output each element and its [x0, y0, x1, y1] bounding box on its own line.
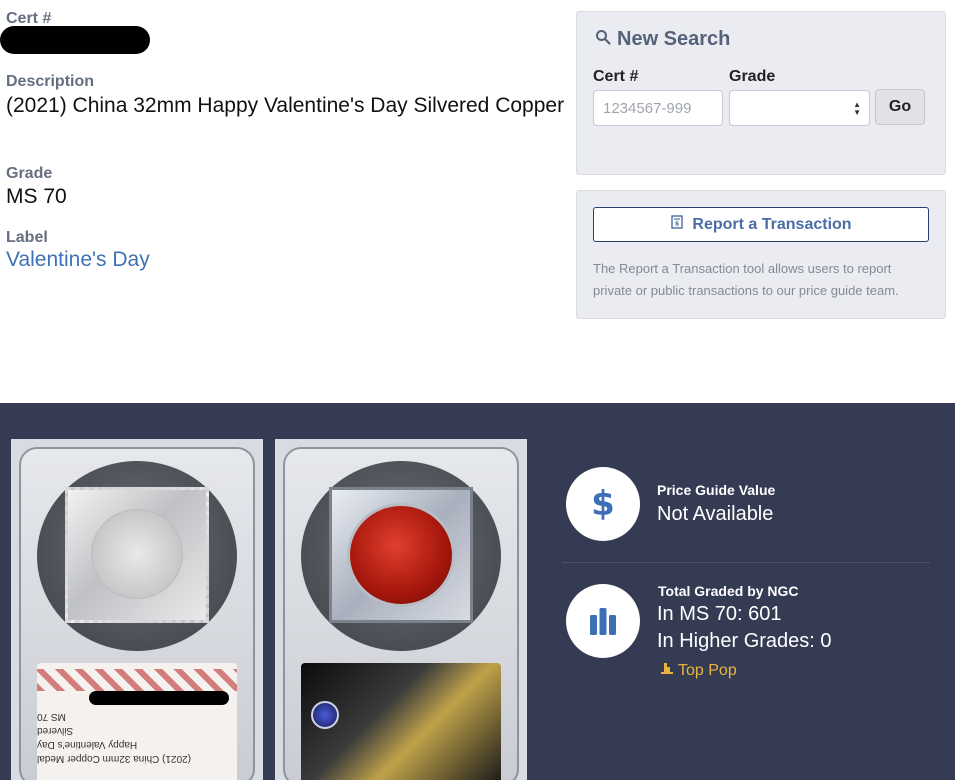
slab-label-line2: Happy Valentine's Day	[37, 739, 138, 750]
new-search-panel: New Search Cert # Grade ▲▼ Go	[576, 11, 946, 175]
new-search-title: New Search	[595, 28, 730, 51]
slab-label-line3: Silvered	[37, 725, 74, 736]
label-value-link[interactable]: Valentine's Day	[6, 248, 150, 272]
label-label: Label	[6, 229, 48, 246]
top-pop-label: Top Pop	[678, 661, 737, 679]
hologram-icon	[311, 701, 339, 729]
redacted-cert-number	[0, 26, 150, 54]
top-pop-badge: Top Pop	[660, 661, 737, 680]
coin-info-band: MS 70 Silvered Happy Valentine's Day (20…	[0, 403, 955, 780]
stats-divider	[562, 562, 930, 563]
slab-label: MS 70 Silvered Happy Valentine's Day (20…	[37, 663, 237, 780]
total-graded-heading: Total Graded by NGC	[658, 583, 799, 599]
description-label: Description	[6, 73, 95, 90]
in-grade-count: In MS 70: 601	[657, 603, 782, 625]
coin-red-center	[347, 503, 455, 607]
search-cert-label: Cert #	[593, 68, 639, 85]
bar-chart-icon	[566, 584, 640, 658]
label-pattern	[37, 669, 237, 691]
new-search-heading: New Search	[617, 28, 731, 50]
cert-number-input[interactable]	[593, 90, 723, 126]
slab-reverse-image[interactable]	[275, 439, 527, 780]
top-pop-icon	[660, 661, 674, 680]
select-arrows-icon: ▲ ▼	[853, 100, 861, 117]
search-grade-label: Grade	[729, 68, 776, 85]
svg-text:$: $	[591, 484, 615, 524]
report-transaction-panel: $ Report a Transaction The Report a Tran…	[576, 190, 946, 319]
svg-text:$: $	[675, 221, 679, 228]
report-transaction-button[interactable]: $ Report a Transaction	[593, 207, 929, 242]
grade-value: MS 70	[6, 185, 67, 208]
higher-grades-count: In Higher Grades: 0	[657, 630, 832, 652]
slab-label-line1: (2021) China 32mm Copper Medal	[37, 753, 191, 764]
slab-obverse-image[interactable]: MS 70 Silvered Happy Valentine's Day (20…	[11, 439, 263, 780]
price-guide-value: Not Available	[657, 503, 774, 525]
report-transaction-label: Report a Transaction	[692, 215, 852, 233]
go-button[interactable]: Go	[875, 89, 925, 125]
grade-label: Grade	[6, 165, 53, 182]
search-icon	[595, 28, 611, 51]
slab-label-grade: MS 70	[37, 711, 66, 722]
cert-verification-page: Cert # Description (2021) China 32mm Hap…	[0, 0, 955, 780]
report-transaction-description: The Report a Transaction tool allows use…	[593, 261, 899, 298]
redacted-label-number	[89, 691, 229, 705]
slab-hologram-label	[301, 663, 501, 780]
coin-center	[91, 509, 183, 599]
grade-select[interactable]: ▲ ▼	[729, 90, 870, 126]
dollar-icon: $	[566, 467, 640, 541]
receipt-icon: $	[670, 215, 684, 234]
description-value: (2021) China 32mm Happy Valentine's Day …	[6, 94, 565, 117]
price-guide-heading: Price Guide Value	[657, 482, 776, 498]
